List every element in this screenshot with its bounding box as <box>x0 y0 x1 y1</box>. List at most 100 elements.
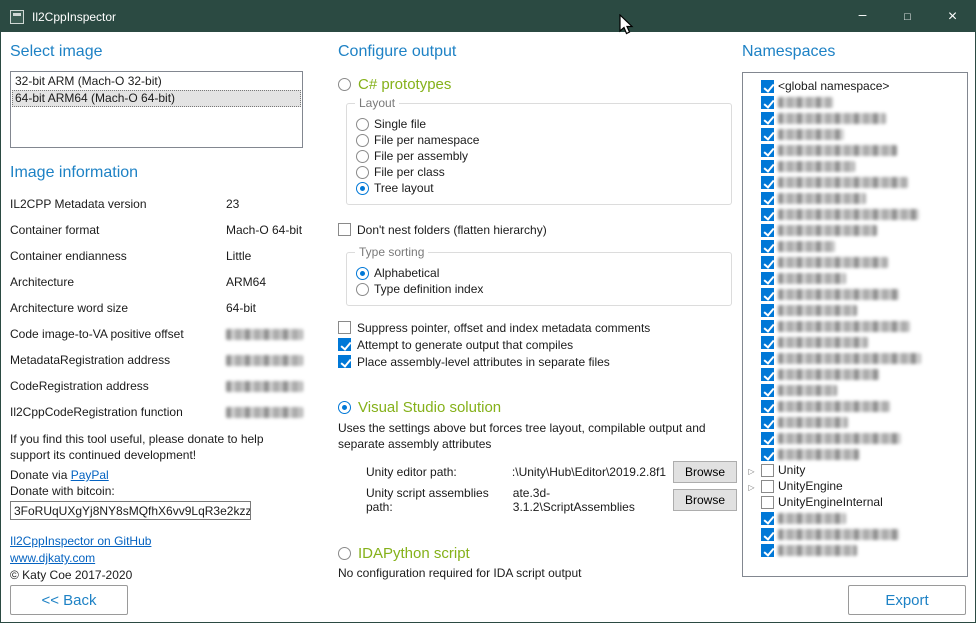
radio-file-per-class[interactable]: File per class <box>356 164 721 180</box>
close-button[interactable]: × <box>930 1 975 32</box>
checkbox-icon[interactable] <box>761 384 774 397</box>
namespace-item-redacted[interactable] <box>746 382 964 398</box>
namespace-item-redacted[interactable] <box>746 318 964 334</box>
namespace-item-unity[interactable]: Unity <box>746 462 964 478</box>
checkbox-icon[interactable] <box>761 112 774 125</box>
checkbox-icon[interactable] <box>761 208 774 221</box>
namespace-item-redacted[interactable] <box>746 254 964 270</box>
checkbox-icon[interactable] <box>761 256 774 269</box>
checkbox-icon[interactable] <box>761 368 774 381</box>
checkbox-icon[interactable] <box>338 355 351 368</box>
checkbox-icon[interactable] <box>761 96 774 109</box>
checkbox-icon[interactable] <box>761 432 774 445</box>
namespace-item-redacted[interactable] <box>746 366 964 382</box>
checkbox-icon[interactable] <box>761 160 774 173</box>
namespace-item-redacted[interactable] <box>746 158 964 174</box>
namespace-item-redacted[interactable] <box>746 302 964 318</box>
checkbox-icon[interactable] <box>338 223 351 236</box>
image-listbox[interactable]: 32-bit ARM (Mach-O 32-bit) 64-bit ARM64 … <box>10 71 303 148</box>
expand-arrow-icon[interactable] <box>746 479 757 493</box>
radio-icon[interactable] <box>338 401 351 414</box>
radio-icon[interactable] <box>356 150 369 163</box>
checkbox-suppress-metadata-comments[interactable]: Suppress pointer, offset and index metad… <box>338 319 737 336</box>
radio-icon[interactable] <box>356 118 369 131</box>
checkbox-icon[interactable] <box>761 544 774 557</box>
namespace-item-redacted[interactable] <box>746 334 964 350</box>
checkbox-icon[interactable] <box>761 480 774 493</box>
radio-icon[interactable] <box>338 547 351 560</box>
checkbox-flatten-hierarchy[interactable]: Don't nest folders (flatten hierarchy) <box>338 221 737 238</box>
checkbox-icon[interactable] <box>761 272 774 285</box>
namespace-item-global[interactable]: <global namespace> <box>746 78 964 94</box>
checkbox-icon[interactable] <box>761 304 774 317</box>
checkbox-icon[interactable] <box>761 528 774 541</box>
radio-icon[interactable] <box>356 182 369 195</box>
checkbox-icon[interactable] <box>761 464 774 477</box>
radio-visual-studio-solution[interactable]: Visual Studio solution <box>338 398 737 416</box>
checkbox-icon[interactable] <box>761 240 774 253</box>
maximize-button[interactable]: □ <box>885 1 930 32</box>
checkbox-icon[interactable] <box>761 512 774 525</box>
checkbox-icon[interactable] <box>761 224 774 237</box>
namespace-item-unityengine[interactable]: UnityEngine <box>746 478 964 494</box>
image-option-64bit-arm64[interactable]: 64-bit ARM64 (Mach-O 64-bit) <box>12 90 301 107</box>
radio-icon[interactable] <box>356 267 369 280</box>
checkbox-icon[interactable] <box>761 352 774 365</box>
checkbox-icon[interactable] <box>761 128 774 141</box>
namespace-item-redacted[interactable] <box>746 142 964 158</box>
radio-csharp-prototypes[interactable]: C# prototypes <box>338 75 737 93</box>
radio-single-file[interactable]: Single file <box>356 116 721 132</box>
namespace-item-redacted[interactable] <box>746 238 964 254</box>
checkbox-icon[interactable] <box>338 338 351 351</box>
namespace-item-redacted[interactable] <box>746 110 964 126</box>
namespace-item-redacted[interactable] <box>746 430 964 446</box>
namespace-item-unityengineinternal[interactable]: UnityEngineInternal <box>746 494 964 510</box>
radio-idapython-script[interactable]: IDAPython script <box>338 544 737 562</box>
radio-file-per-namespace[interactable]: File per namespace <box>356 132 721 148</box>
titlebar[interactable]: Il2CppInspector – □ × <box>1 1 975 32</box>
checkbox-icon[interactable] <box>761 336 774 349</box>
checkbox-icon[interactable] <box>761 192 774 205</box>
namespace-item-redacted[interactable] <box>746 190 964 206</box>
browse-script-assemblies-button[interactable]: Browse <box>673 489 737 511</box>
namespace-item-redacted[interactable] <box>746 510 964 526</box>
radio-icon[interactable] <box>356 166 369 179</box>
back-button[interactable]: << Back <box>10 585 128 615</box>
website-link[interactable]: www.djkaty.com <box>10 551 95 565</box>
minimize-button[interactable]: – <box>840 1 885 32</box>
checkbox-icon[interactable] <box>761 416 774 429</box>
radio-icon[interactable] <box>338 78 351 91</box>
namespace-item-redacted[interactable] <box>746 398 964 414</box>
checkbox-icon[interactable] <box>761 496 774 509</box>
checkbox-icon[interactable] <box>761 288 774 301</box>
github-link[interactable]: Il2CppInspector on GitHub <box>10 534 151 548</box>
radio-icon[interactable] <box>356 283 369 296</box>
radio-type-definition-index[interactable]: Type definition index <box>356 281 721 297</box>
radio-alphabetical[interactable]: Alphabetical <box>356 265 721 281</box>
checkbox-icon[interactable] <box>761 400 774 413</box>
radio-icon[interactable] <box>356 134 369 147</box>
checkbox-icon[interactable] <box>761 320 774 333</box>
checkbox-icon[interactable] <box>761 80 774 93</box>
namespace-item-redacted[interactable] <box>746 94 964 110</box>
checkbox-assembly-attributes-separate[interactable]: Place assembly-level attributes in separ… <box>338 353 737 370</box>
radio-tree-layout[interactable]: Tree layout <box>356 180 721 196</box>
bitcoin-address-input[interactable]: 3FoRUqUXgYj8NY8sMQfhX6vv9LqR3e2kzz <box>10 501 251 520</box>
checkbox-icon[interactable] <box>338 321 351 334</box>
checkbox-icon[interactable] <box>761 448 774 461</box>
namespace-item-redacted[interactable] <box>746 174 964 190</box>
namespace-item-redacted[interactable] <box>746 270 964 286</box>
namespace-item-redacted[interactable] <box>746 526 964 542</box>
checkbox-icon[interactable] <box>761 144 774 157</box>
checkbox-generate-compilable[interactable]: Attempt to generate output that compiles <box>338 336 737 353</box>
checkbox-icon[interactable] <box>761 176 774 189</box>
expand-arrow-icon[interactable] <box>746 463 757 477</box>
image-option-32bit-arm[interactable]: 32-bit ARM (Mach-O 32-bit) <box>12 73 301 90</box>
radio-file-per-assembly[interactable]: File per assembly <box>356 148 721 164</box>
paypal-link[interactable]: PayPal <box>71 468 109 482</box>
namespace-item-redacted[interactable] <box>746 350 964 366</box>
namespace-item-redacted[interactable] <box>746 414 964 430</box>
browse-unity-editor-button[interactable]: Browse <box>673 461 737 483</box>
namespace-item-redacted[interactable] <box>746 222 964 238</box>
namespace-item-redacted[interactable] <box>746 206 964 222</box>
